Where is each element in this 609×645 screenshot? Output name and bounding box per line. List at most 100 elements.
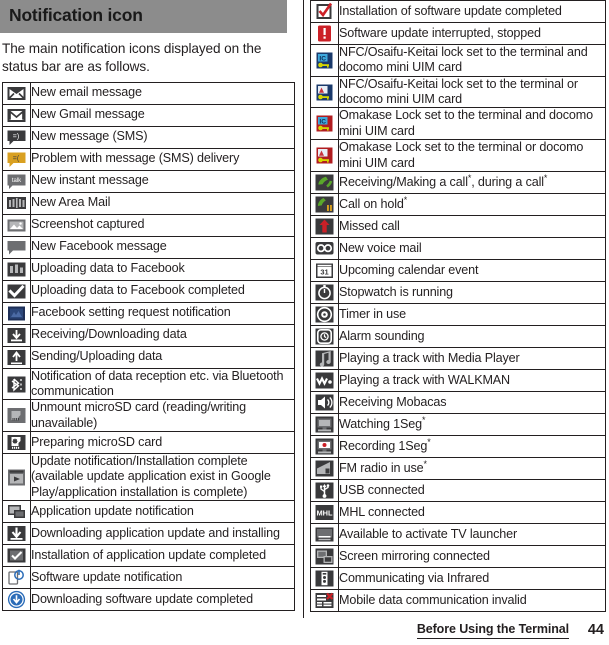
- right-column: Installation of software update complete…: [310, 0, 606, 612]
- intro-paragraph: The main notification icons displayed on…: [2, 40, 262, 74]
- table-row: Application update notification: [2, 500, 295, 524]
- icon-description: Notification of data reception etc. via …: [30, 367, 295, 401]
- upcoming-calendar-event-icon: 31: [310, 258, 339, 282]
- table-row: New Gmail message: [2, 103, 295, 127]
- media-player-playing-icon: [310, 346, 339, 370]
- sms-delivery-problem-icon: =(: [2, 147, 31, 171]
- icon-description: NFC/Osaifu-Keitai lock set to the termin…: [338, 75, 606, 109]
- screenshot-captured-icon: [2, 213, 31, 237]
- table-row: Receiving/Making a call*, during a call*: [310, 170, 606, 194]
- table-row: New Area Mail: [2, 191, 295, 215]
- table-row: talk New instant message: [2, 169, 295, 193]
- table-row: Alarm sounding: [310, 324, 606, 348]
- svg-text:=): =): [13, 133, 19, 140]
- table-row: MHL MHL connected: [310, 500, 606, 524]
- new-facebook-message-icon: [2, 235, 31, 259]
- new-area-mail-icon: [2, 191, 31, 215]
- table-row: Watching 1Seg*: [310, 412, 606, 436]
- icon-description: Stopwatch is running: [338, 280, 606, 304]
- icon-description: Screen mirroring connected: [338, 544, 606, 568]
- application-update-completed-icon: [2, 544, 31, 568]
- column-divider: [303, 0, 304, 618]
- icon-description: Receiving/Downloading data: [30, 323, 295, 347]
- icon-description: Playing a track with WALKMAN: [338, 368, 606, 392]
- icon-description: Uploading data to Facebook completed: [30, 279, 295, 303]
- table-row: NFC/Osaifu-Keitai lock set to the termin…: [310, 75, 606, 109]
- icon-description: Timer in use: [338, 302, 606, 326]
- icon-description: Upcoming calendar event: [338, 258, 606, 282]
- icon-description: MHL connected: [338, 500, 606, 524]
- facebook-upload-complete-icon: [2, 279, 31, 303]
- new-voice-mail-icon: [310, 236, 339, 260]
- timer-in-use-icon: [310, 302, 339, 326]
- table-row: New voice mail: [310, 236, 606, 260]
- software-update-interrupted-icon: [310, 22, 339, 45]
- nfc-lock-terminal-and-uim-icon: IC: [310, 44, 339, 77]
- icon-description: Screenshot captured: [30, 213, 295, 237]
- icon-description: Software update notification: [30, 566, 295, 590]
- table-row: Software update notification: [2, 566, 295, 590]
- call-active-icon: [310, 170, 339, 194]
- left-icon-table: New email message New Gmail message =) New …: [2, 81, 295, 612]
- table-row: Installation of application update compl…: [2, 544, 295, 568]
- usb-connected-icon: [310, 478, 339, 502]
- icon-description: Available to activate TV launcher: [338, 522, 606, 546]
- table-row: =(Problem with message (SMS) delivery: [2, 147, 295, 171]
- icon-description: New Gmail message: [30, 103, 295, 127]
- svg-text:talk: talk: [12, 178, 22, 184]
- icon-description: New voice mail: [338, 236, 606, 260]
- watching-1seg-icon: [310, 412, 339, 436]
- page-title: Notification icon: [0, 0, 287, 33]
- icon-description: Receiving/Making a call*, during a call*: [338, 170, 606, 194]
- icon-description: USB connected: [338, 478, 606, 502]
- icon-description: Facebook setting request notification: [30, 301, 295, 325]
- table-row: 31 Upcoming calendar event: [310, 258, 606, 282]
- uploading-data-icon: [2, 345, 31, 369]
- facebook-uploading-icon: [2, 257, 31, 281]
- icon-description: Installation of application update compl…: [30, 544, 295, 568]
- table-row: Downloading application update and insta…: [2, 522, 295, 546]
- right-icon-table: Installation of software update complete…: [310, 0, 606, 612]
- table-row: Screen mirroring connected: [310, 544, 606, 568]
- icon-description: Problem with message (SMS) delivery: [30, 147, 295, 171]
- manual-page: Notification icon The main notification …: [0, 0, 609, 645]
- bluetooth-data-reception-icon: [2, 367, 31, 401]
- software-update-downloaded-icon: [2, 588, 31, 612]
- downloading-data-icon: [2, 323, 31, 347]
- icon-description: Unmount microSD card (reading/writing un…: [30, 399, 295, 433]
- walkman-playing-icon: [310, 368, 339, 392]
- icon-description: New instant message: [30, 169, 295, 193]
- icon-description: Mobile data communication invalid: [338, 588, 606, 612]
- omakase-lock-and-uim-icon: IC: [310, 107, 339, 141]
- table-row: Software update interrupted, stopped: [310, 22, 606, 45]
- icon-description: Recording 1Seg*: [338, 434, 606, 458]
- icon-description: Receiving Mobacas: [338, 390, 606, 414]
- icon-description: New Area Mail: [30, 191, 295, 215]
- table-row: Mobile data communication invalid: [310, 588, 606, 612]
- left-column: Notification icon The main notification …: [0, 0, 297, 612]
- table-row: Uploading data to Facebook completed: [2, 279, 295, 303]
- recording-1seg-icon: [310, 434, 339, 458]
- table-row: Timer in use: [310, 302, 606, 326]
- table-row: IC NFC/Osaifu-Keitai lock set to the term…: [310, 44, 606, 77]
- fm-radio-in-use-icon: [310, 456, 339, 480]
- icon-description: Omakase Lock set to the terminal and doc…: [338, 107, 606, 141]
- table-row: Recording 1Seg*: [310, 434, 606, 458]
- new-instant-message-icon: talk: [2, 169, 31, 193]
- nfc-lock-terminal-or-uim-icon: [310, 75, 339, 109]
- new-gmail-message-icon: [2, 103, 31, 127]
- icon-description: New email message: [30, 81, 295, 105]
- table-row: New Facebook message: [2, 235, 295, 259]
- table-row: Omakase Lock set to the terminal or doco…: [310, 139, 606, 172]
- icon-description: Omakase Lock set to the terminal or doco…: [338, 139, 606, 172]
- table-row: Unmount microSD card (reading/writing un…: [2, 399, 295, 433]
- omakase-lock-or-uim-icon: [310, 139, 339, 172]
- table-row: New email message: [2, 81, 295, 105]
- missed-call-icon: [310, 214, 339, 238]
- table-row: Available to activate TV launcher: [310, 522, 606, 546]
- icon-description: Sending/Uploading data: [30, 345, 295, 369]
- svg-text:IC: IC: [319, 119, 326, 126]
- icon-description: Preparing microSD card: [30, 431, 295, 455]
- icon-description: Uploading data to Facebook: [30, 257, 295, 281]
- stopwatch-running-icon: [310, 280, 339, 304]
